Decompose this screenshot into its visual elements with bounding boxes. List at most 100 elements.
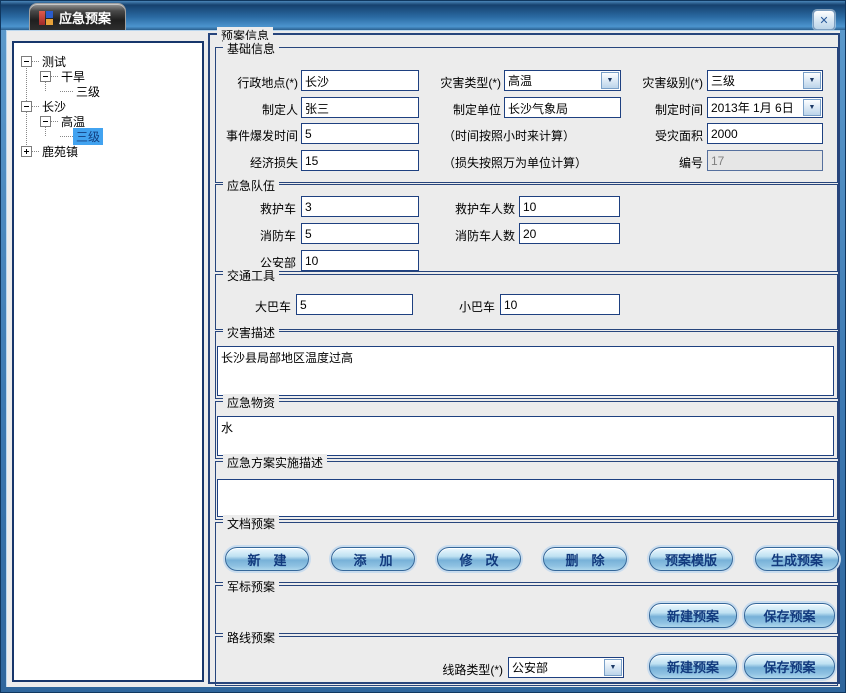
implementation-textarea[interactable] xyxy=(217,479,834,517)
chevron-down-icon[interactable]: ▼ xyxy=(803,99,821,116)
supplies-textarea[interactable]: 水 xyxy=(217,416,834,456)
military-save-plan-button[interactable]: 保存预案 xyxy=(744,603,835,628)
content-area: 测试 干旱 三级 长沙 高温 三级 xyxy=(6,30,840,687)
chevron-down-icon[interactable]: ▼ xyxy=(604,659,622,676)
outbreak-time-label: 事件爆发时间 xyxy=(216,127,298,144)
tree-node-luyuanzhen[interactable]: 鹿苑镇 xyxy=(14,144,200,159)
route-type-label: 线路类型(*) xyxy=(396,661,503,678)
emergency-team-group-title: 应急队伍 xyxy=(223,177,279,194)
economic-loss-label: 经济损失 xyxy=(216,154,298,171)
document-plan-group: 文档预案 新 建 添 加 修 改 删 除 预案模版 生成预案 xyxy=(215,522,838,583)
fire-truck-label: 消防车 xyxy=(216,227,296,244)
chevron-down-icon[interactable]: ▼ xyxy=(803,72,821,89)
disaster-level-label: 灾害级别(*) xyxy=(589,74,703,91)
tree-node-ceshi[interactable]: 测试 xyxy=(14,54,200,69)
outbreak-time-input[interactable] xyxy=(301,123,419,144)
supplies-group-title: 应急物资 xyxy=(223,394,279,411)
implementation-group: 应急方案实施描述 xyxy=(215,461,838,520)
fire-truck-staff-input[interactable] xyxy=(519,223,620,244)
route-save-plan-button[interactable]: 保存预案 xyxy=(744,654,835,679)
military-plan-group-title: 军标预案 xyxy=(223,578,279,595)
small-bus-input[interactable] xyxy=(500,294,620,315)
affected-area-input[interactable] xyxy=(707,123,823,144)
tree-connector xyxy=(32,61,39,62)
collapse-icon[interactable] xyxy=(40,71,51,82)
route-type-select[interactable]: 公安部 ▼ xyxy=(508,657,624,678)
add-button[interactable]: 添 加 xyxy=(331,547,415,571)
tree-node-label[interactable]: 鹿苑镇 xyxy=(39,143,81,160)
small-bus-label: 小巴车 xyxy=(386,298,495,315)
create-unit-label: 制定单位 xyxy=(384,101,501,118)
tree-connector xyxy=(32,151,39,152)
dropdown-arrow-glyph: ▼ xyxy=(809,104,816,111)
tree-node-sanji-2-selected[interactable]: 三级 xyxy=(14,129,200,144)
economic-loss-note: （损失按照万为单位计算） xyxy=(443,154,587,171)
admin-location-label: 行政地点(*) xyxy=(216,74,298,91)
app-icon xyxy=(39,11,53,25)
route-type-value: 公安部 xyxy=(509,659,603,676)
big-bus-label: 大巴车 xyxy=(216,298,291,315)
implementation-group-title: 应急方案实施描述 xyxy=(223,454,327,471)
disaster-desc-group-title: 灾害描述 xyxy=(223,324,279,341)
disaster-level-value: 三级 xyxy=(708,72,802,89)
creator-label: 制定人 xyxy=(216,101,298,118)
tree-connector xyxy=(51,121,58,122)
collapse-icon[interactable] xyxy=(21,56,32,67)
modify-button[interactable]: 修 改 xyxy=(437,547,521,571)
tree-node-ganhan[interactable]: 干旱 xyxy=(14,69,200,84)
title-bar: 应急预案 ✕ xyxy=(1,1,845,30)
tree-node-gaowen[interactable]: 高温 xyxy=(14,114,200,129)
tree-connector xyxy=(60,136,73,137)
supplies-group: 应急物资 水 xyxy=(215,401,838,459)
tree-connector xyxy=(60,91,73,92)
transport-group-title: 交通工具 xyxy=(223,267,279,284)
create-time-label: 制定时间 xyxy=(589,101,703,118)
create-time-datepicker[interactable]: 2013年 1月 6日 ▼ xyxy=(707,97,823,118)
plan-template-button[interactable]: 预案模版 xyxy=(649,547,733,571)
basic-info-group: 基础信息 行政地点(*) 灾害类型(*) 高温 ▼ 灾害级别(*) 三级 ▼ 制… xyxy=(215,47,838,183)
dropdown-arrow-glyph: ▼ xyxy=(809,77,816,84)
tree-node-label[interactable]: 三级 xyxy=(73,83,103,100)
collapse-icon[interactable] xyxy=(21,101,32,112)
military-new-plan-button[interactable]: 新建预案 xyxy=(649,603,737,628)
disaster-desc-group: 灾害描述 长沙县局部地区温度过高 xyxy=(215,331,838,399)
expand-icon[interactable] xyxy=(21,146,32,157)
economic-loss-input[interactable] xyxy=(301,150,419,171)
outbreak-time-note: （时间按照小时来计算） xyxy=(443,127,575,144)
window-title: 应急预案 xyxy=(59,8,111,27)
delete-button[interactable]: 删 除 xyxy=(543,547,627,571)
military-plan-group: 军标预案 新建预案 保存预案 xyxy=(215,585,838,634)
disaster-type-label: 灾害类型(*) xyxy=(384,74,501,91)
ambulance-staff-label: 救护车人数 xyxy=(396,200,515,217)
create-time-value: 2013年 1月 6日 xyxy=(708,99,802,116)
dropdown-arrow-glyph: ▼ xyxy=(610,664,617,671)
ambulance-staff-input[interactable] xyxy=(519,196,620,217)
new-button[interactable]: 新 建 xyxy=(225,547,309,571)
transport-group: 交通工具 大巴车 小巴车 xyxy=(215,274,838,330)
emergency-team-group: 应急队伍 救护车 救护车人数 消防车 消防车人数 公安部 xyxy=(215,184,838,272)
close-icon: ✕ xyxy=(819,14,828,27)
ambulance-label: 救护车 xyxy=(216,200,296,217)
disaster-level-select[interactable]: 三级 ▼ xyxy=(707,70,823,91)
route-plan-group: 路线预案 线路类型(*) 公安部 ▼ 新建预案 保存预案 xyxy=(215,636,838,686)
serial-number-input xyxy=(707,150,823,171)
window-title-tab[interactable]: 应急预案 xyxy=(29,3,126,31)
basic-info-group-title: 基础信息 xyxy=(223,40,279,57)
tree-connector xyxy=(32,106,39,107)
serial-number-label: 编号 xyxy=(589,154,703,171)
affected-area-label: 受灾面积 xyxy=(589,127,703,144)
generate-plan-button[interactable]: 生成预案 xyxy=(755,547,839,571)
close-button[interactable]: ✕ xyxy=(813,10,835,30)
police-input[interactable] xyxy=(301,250,419,271)
route-new-plan-button[interactable]: 新建预案 xyxy=(649,654,737,679)
collapse-icon[interactable] xyxy=(40,116,51,127)
document-plan-group-title: 文档预案 xyxy=(223,515,279,532)
plan-tree: 测试 干旱 三级 长沙 高温 三级 xyxy=(12,41,204,682)
tree-connector xyxy=(51,76,58,77)
tree-node-sanji-1[interactable]: 三级 xyxy=(14,84,200,99)
tree-node-changsha[interactable]: 长沙 xyxy=(14,99,200,114)
plan-info-group: 预案信息 基础信息 行政地点(*) 灾害类型(*) 高温 ▼ 灾害级别(*) 三… xyxy=(208,33,840,684)
fire-truck-staff-label: 消防车人数 xyxy=(396,227,515,244)
disaster-desc-textarea[interactable]: 长沙县局部地区温度过高 xyxy=(217,346,834,396)
disaster-type-value: 高温 xyxy=(505,72,600,89)
